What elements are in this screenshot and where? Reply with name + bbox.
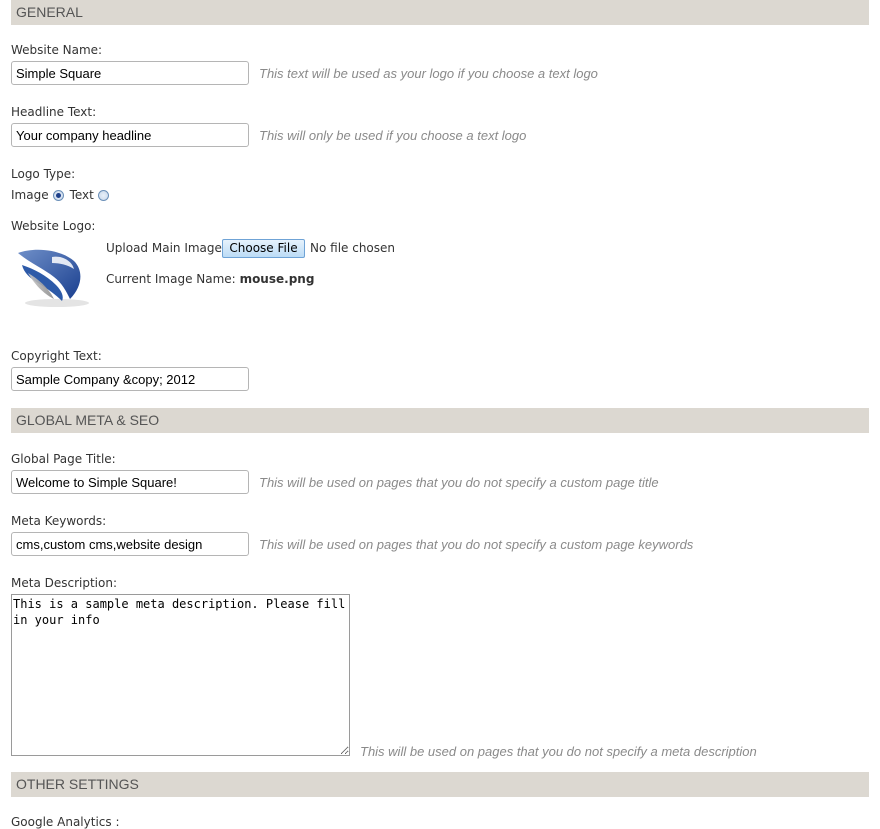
meta-description-hint: This will be used on pages that you do n… — [360, 744, 757, 759]
headline-label: Headline Text: — [11, 105, 97, 119]
logo-type-image-radio[interactable] — [52, 189, 64, 201]
headline-hint: This will only be used if you choose a t… — [259, 128, 527, 143]
page-title-input[interactable] — [11, 470, 249, 494]
page-title-label: Global Page Title: — [11, 452, 116, 466]
current-image-name: Current Image Name: mouse.png — [106, 272, 314, 286]
current-image-label: Current Image Name: — [106, 272, 236, 286]
website-name-hint: This text will be used as your logo if y… — [259, 66, 598, 81]
google-analytics-label: Google Analytics : — [11, 815, 120, 829]
website-name-input[interactable] — [11, 61, 249, 85]
logo-type-options: Image Text — [11, 187, 112, 203]
section-header-global-meta: GLOBAL META & SEO — [11, 408, 869, 433]
meta-description-label: Meta Description: — [11, 576, 117, 590]
choose-file-button[interactable]: Choose File — [222, 239, 305, 258]
copyright-label: Copyright Text: — [11, 349, 102, 363]
website-name-label: Website Name: — [11, 43, 103, 57]
page-title-hint: This will be used on pages that you do n… — [259, 475, 659, 490]
current-image-file: mouse.png — [239, 272, 315, 286]
upload-main-image-label: Upload Main Image — [106, 241, 222, 255]
website-logo-label: Website Logo: — [11, 219, 96, 233]
no-file-chosen-text: No file chosen — [310, 241, 396, 255]
logo-type-text-radio[interactable] — [97, 189, 109, 201]
section-header-other-settings: OTHER SETTINGS — [11, 772, 869, 797]
meta-keywords-label: Meta Keywords: — [11, 514, 107, 528]
meta-keywords-input[interactable] — [11, 532, 249, 556]
meta-keywords-hint: This will be used on pages that you do n… — [259, 537, 694, 552]
logo-image — [18, 249, 89, 307]
copyright-input[interactable] — [11, 367, 249, 391]
headline-input[interactable] — [11, 123, 249, 147]
logo-type-image-label: Image — [11, 188, 49, 202]
meta-description-textarea[interactable]: This is a sample meta description. Pleas… — [11, 594, 350, 756]
logo-type-label: Logo Type: — [11, 167, 76, 181]
logo-type-text-label: Text — [69, 188, 94, 202]
section-header-general: GENERAL — [11, 0, 869, 25]
